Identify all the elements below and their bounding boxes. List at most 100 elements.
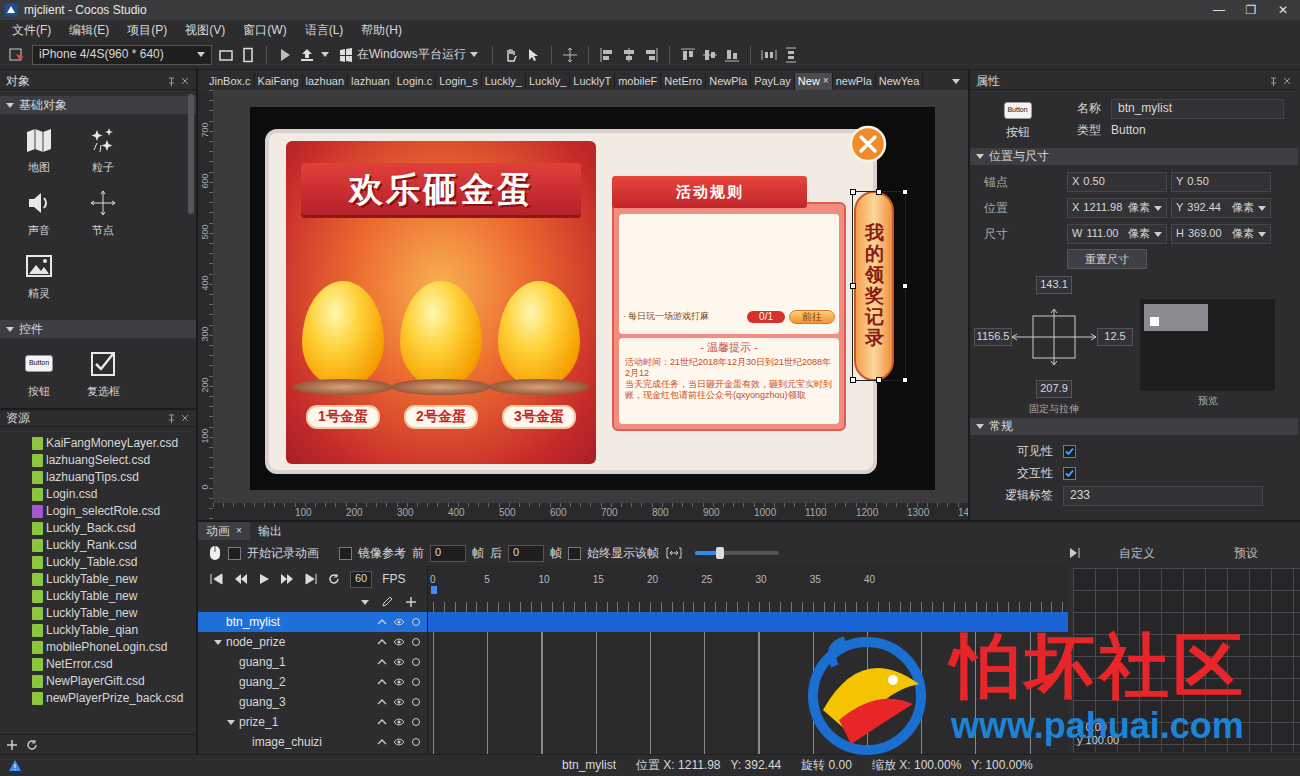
- margin-field[interactable]: 143.1: [1036, 276, 1072, 294]
- landscape-icon[interactable]: [218, 47, 234, 63]
- align-icon[interactable]: [599, 47, 615, 63]
- resize-handle[interactable]: [850, 377, 856, 383]
- frame-field[interactable]: 0: [430, 545, 466, 562]
- document-tab[interactable]: NetErro: [661, 73, 706, 90]
- device-dropdown[interactable]: iPhone 4/4S(960 * 640): [32, 45, 212, 65]
- stretch-cross-icon[interactable]: [1012, 309, 1096, 365]
- object-item[interactable]: 复选框: [71, 350, 135, 398]
- file-item[interactable]: lazhuangSelect.csd: [32, 452, 196, 469]
- play-icon[interactable]: [258, 573, 270, 585]
- lock-toggle-icon[interactable]: [377, 617, 387, 627]
- circle-icon[interactable]: [411, 737, 421, 747]
- eye-icon[interactable]: [393, 617, 405, 627]
- menu-item[interactable]: 语言(L): [297, 20, 354, 40]
- object-item[interactable]: 节点: [71, 189, 135, 237]
- refresh-icon[interactable]: [26, 739, 38, 751]
- file-item[interactable]: mobilePhoneLogin.csd: [32, 639, 196, 656]
- tab-list-button[interactable]: [944, 73, 968, 90]
- margin-field[interactable]: 207.9: [1036, 380, 1072, 398]
- circle-icon[interactable]: [411, 697, 421, 707]
- close-icon[interactable]: [180, 76, 190, 86]
- selection-box[interactable]: [852, 191, 906, 381]
- object-item[interactable]: 粒子: [71, 126, 135, 174]
- mouse-icon[interactable]: [208, 545, 222, 561]
- pointer-icon[interactable]: [525, 47, 541, 63]
- prev-frame-icon[interactable]: [234, 573, 248, 585]
- document-tab[interactable]: NewPla: [706, 73, 751, 90]
- tab-close-button[interactable]: ×: [823, 75, 829, 88]
- tag-field[interactable]: 233: [1063, 486, 1263, 506]
- always-show-checkbox[interactable]: [568, 547, 581, 560]
- playhead[interactable]: [431, 586, 437, 594]
- resize-handle[interactable]: [902, 283, 908, 289]
- file-item[interactable]: LucklyTable_new: [32, 571, 196, 588]
- tree-row[interactable]: guang_1: [198, 652, 427, 672]
- file-item[interactable]: Login_selectRole.csd: [32, 503, 196, 520]
- document-tab[interactable]: Login_s: [436, 73, 482, 90]
- hand-icon[interactable]: [503, 47, 519, 63]
- align-icon[interactable]: [702, 47, 718, 63]
- add-icon[interactable]: [405, 596, 417, 608]
- document-tab[interactable]: LucklyT: [570, 73, 615, 90]
- collapse-icon[interactable]: [1068, 547, 1082, 559]
- checkbox[interactable]: [1063, 445, 1076, 458]
- menu-item[interactable]: 编辑(E): [61, 20, 119, 40]
- file-item[interactable]: NewPlayerGift.csd: [32, 673, 196, 690]
- eye-icon[interactable]: [393, 637, 405, 647]
- align-icon[interactable]: [621, 47, 637, 63]
- fit-range-icon[interactable]: [665, 546, 683, 560]
- align-icon[interactable]: [724, 47, 740, 63]
- expand-toggle-icon[interactable]: [6, 327, 14, 332]
- document-tab[interactable]: NewYea: [876, 73, 924, 90]
- tree-row[interactable]: prize_1: [198, 712, 427, 732]
- number-field[interactable]: Y392.44像素: [1171, 198, 1271, 218]
- add-icon[interactable]: [6, 739, 18, 751]
- frame-field[interactable]: 0: [508, 545, 544, 562]
- name-field[interactable]: btn_mylist: [1111, 99, 1284, 119]
- first-frame-icon[interactable]: [210, 573, 224, 585]
- egg-slot[interactable]: 3号金蛋: [491, 281, 587, 429]
- curve-grid[interactable]: x 0.00y 100.00: [1073, 568, 1300, 752]
- maximize-button[interactable]: ❐: [1238, 3, 1264, 18]
- margin-field[interactable]: 12.5: [1097, 328, 1133, 346]
- checkbox[interactable]: [1063, 467, 1076, 480]
- align-icon[interactable]: [761, 47, 777, 63]
- number-field[interactable]: X1211.98像素: [1067, 198, 1167, 218]
- next-frame-icon[interactable]: [280, 573, 294, 585]
- section-header[interactable]: 基础对象: [0, 96, 196, 114]
- menu-item[interactable]: 项目(P): [119, 20, 177, 40]
- align-icon[interactable]: [562, 47, 578, 63]
- tree-row[interactable]: guang_2: [198, 672, 427, 692]
- menu-item[interactable]: 文件(F): [4, 20, 61, 40]
- section-header[interactable]: 位置与尺寸: [970, 148, 1298, 165]
- close-icon[interactable]: [849, 125, 887, 163]
- eye-icon[interactable]: [393, 657, 405, 667]
- minimize-button[interactable]: —: [1206, 3, 1232, 18]
- last-frame-icon[interactable]: [304, 573, 318, 585]
- panel-tab[interactable]: 动画×: [198, 522, 250, 540]
- slider-thumb[interactable]: [716, 547, 724, 559]
- tab-close-button[interactable]: ×: [236, 525, 242, 538]
- menu-item[interactable]: 帮助(H): [353, 20, 412, 40]
- circle-icon[interactable]: [411, 717, 421, 727]
- select-mode-icon[interactable]: [8, 46, 26, 64]
- loop-icon[interactable]: [328, 573, 340, 585]
- portrait-icon[interactable]: [240, 47, 256, 63]
- number-field[interactable]: W111.00像素: [1067, 224, 1167, 244]
- number-field[interactable]: Y0.50: [1171, 172, 1271, 192]
- resize-handle[interactable]: [850, 189, 856, 195]
- expand-toggle-icon[interactable]: [214, 640, 222, 645]
- mirror-checkbox[interactable]: [339, 547, 352, 560]
- align-icon[interactable]: [680, 47, 696, 63]
- fps-field[interactable]: 60: [350, 571, 372, 588]
- curve-tab[interactable]: 预设: [1191, 546, 1300, 561]
- expand-toggle-icon[interactable]: [976, 154, 984, 159]
- resize-handle[interactable]: [850, 283, 856, 289]
- eye-icon[interactable]: [393, 737, 405, 747]
- circle-icon[interactable]: [411, 677, 421, 687]
- file-item[interactable]: KaiFangMoneyLayer.csd: [32, 435, 196, 452]
- resize-handle[interactable]: [876, 189, 882, 195]
- publish-icon[interactable]: [299, 47, 315, 63]
- section-header[interactable]: 常规: [970, 418, 1298, 435]
- file-item[interactable]: LucklyTable_new: [32, 605, 196, 622]
